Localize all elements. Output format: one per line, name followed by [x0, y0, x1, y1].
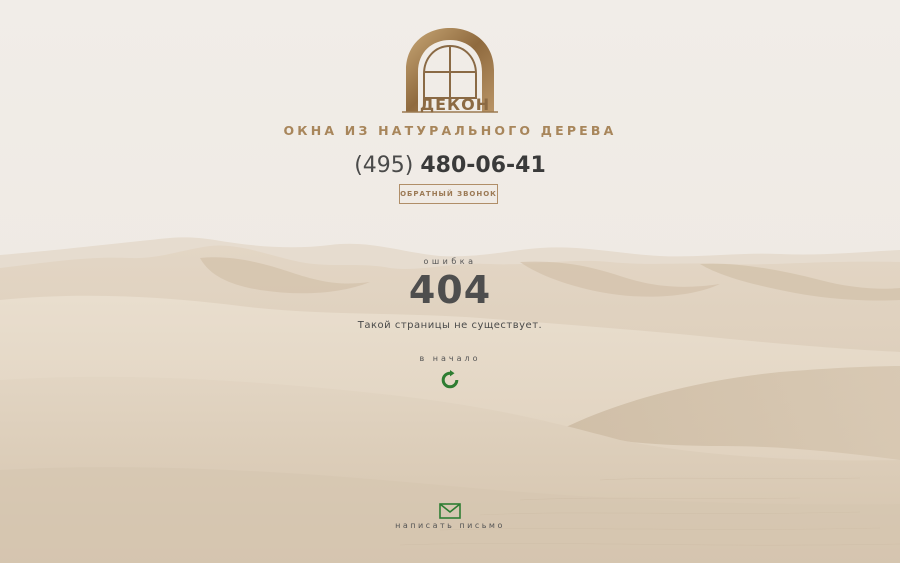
brand-tagline: ОКНА ИЗ НАТУРАЛЬНОГО ДЕРЕВА [283, 123, 617, 138]
dekon-logo[interactable]: ДЕКОН [400, 26, 500, 116]
error-label: ошибка [423, 257, 477, 266]
refresh-icon[interactable] [440, 370, 460, 390]
home-link-label[interactable]: в начало [0, 354, 900, 363]
envelope-icon[interactable] [439, 503, 461, 519]
phone-number[interactable]: (495) 480-06-41 [0, 153, 900, 178]
error-code: 404 [408, 268, 492, 312]
error-message: Такой страницы не существует. [357, 320, 543, 331]
phone-code: (495) [354, 153, 414, 178]
callback-button[interactable]: ОБРАТНЫЙ ЗВОНОК [399, 184, 498, 204]
write-letter-link[interactable]: написать письмо [0, 521, 900, 530]
brand-name: ДЕКОН [420, 95, 490, 114]
phone-digits: 480-06-41 [420, 153, 546, 178]
